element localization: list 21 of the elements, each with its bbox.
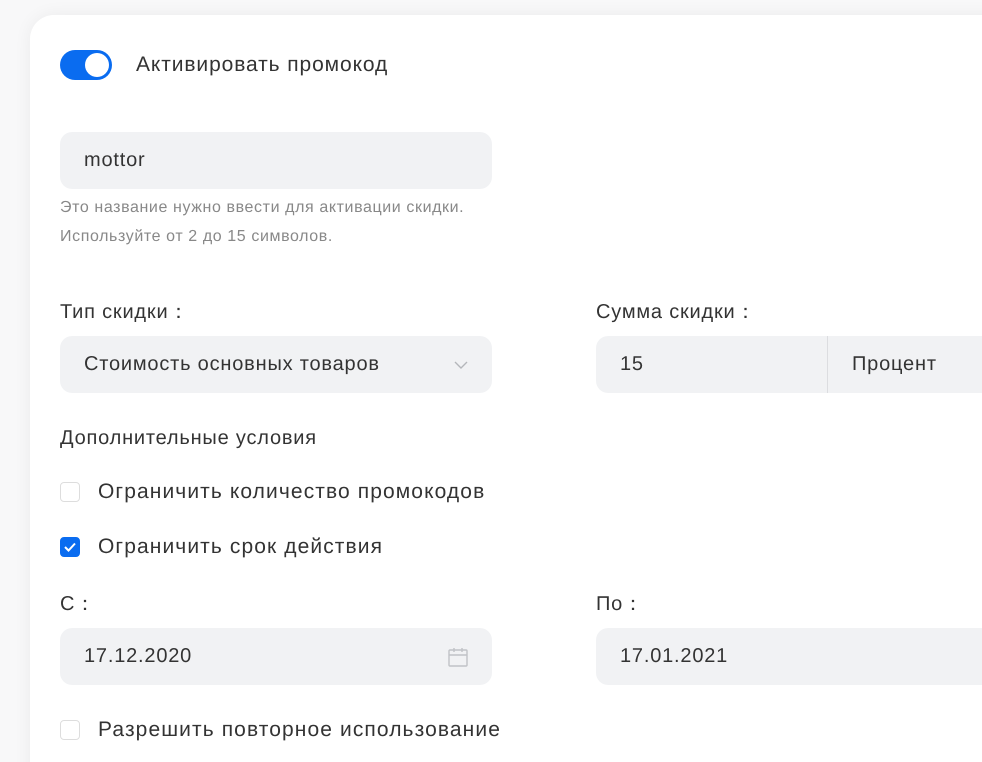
date-field[interactable]: 17.01.2021 <box>596 628 982 685</box>
amount-field[interactable]: 15 <box>596 336 827 393</box>
checkbox-label: Разрешить повторное использование <box>98 718 501 742</box>
hint-text: Это название нужно ввести для активации скидки. Используйте от 2 до 15 символов. <box>60 198 466 247</box>
check-icon <box>64 542 76 552</box>
field-label: С： <box>60 593 98 615</box>
section-title: Дополнительные условия <box>60 427 318 449</box>
discount-type-select[interactable]: Стоимость основных товаров <box>60 336 492 393</box>
field-label: Тип скидки： <box>60 301 190 323</box>
toggle-switch[interactable] <box>60 50 112 80</box>
checkbox-label: Ограничить срок действия <box>98 535 384 559</box>
unit-select[interactable]: Процент <box>827 336 982 393</box>
field-label: По： <box>596 593 645 615</box>
promo-code-field[interactable]: mottor <box>60 132 492 189</box>
toggle-label: Активировать промокод <box>136 53 388 77</box>
calendar-icon <box>448 646 468 666</box>
checkbox[interactable] <box>60 537 80 557</box>
checkbox-label: Ограничить количество промокодов <box>98 480 486 504</box>
chevron-icon <box>454 360 468 368</box>
field-label: Сумма скидки： <box>596 301 758 323</box>
date-field[interactable]: 17.12.2020 <box>60 628 492 685</box>
